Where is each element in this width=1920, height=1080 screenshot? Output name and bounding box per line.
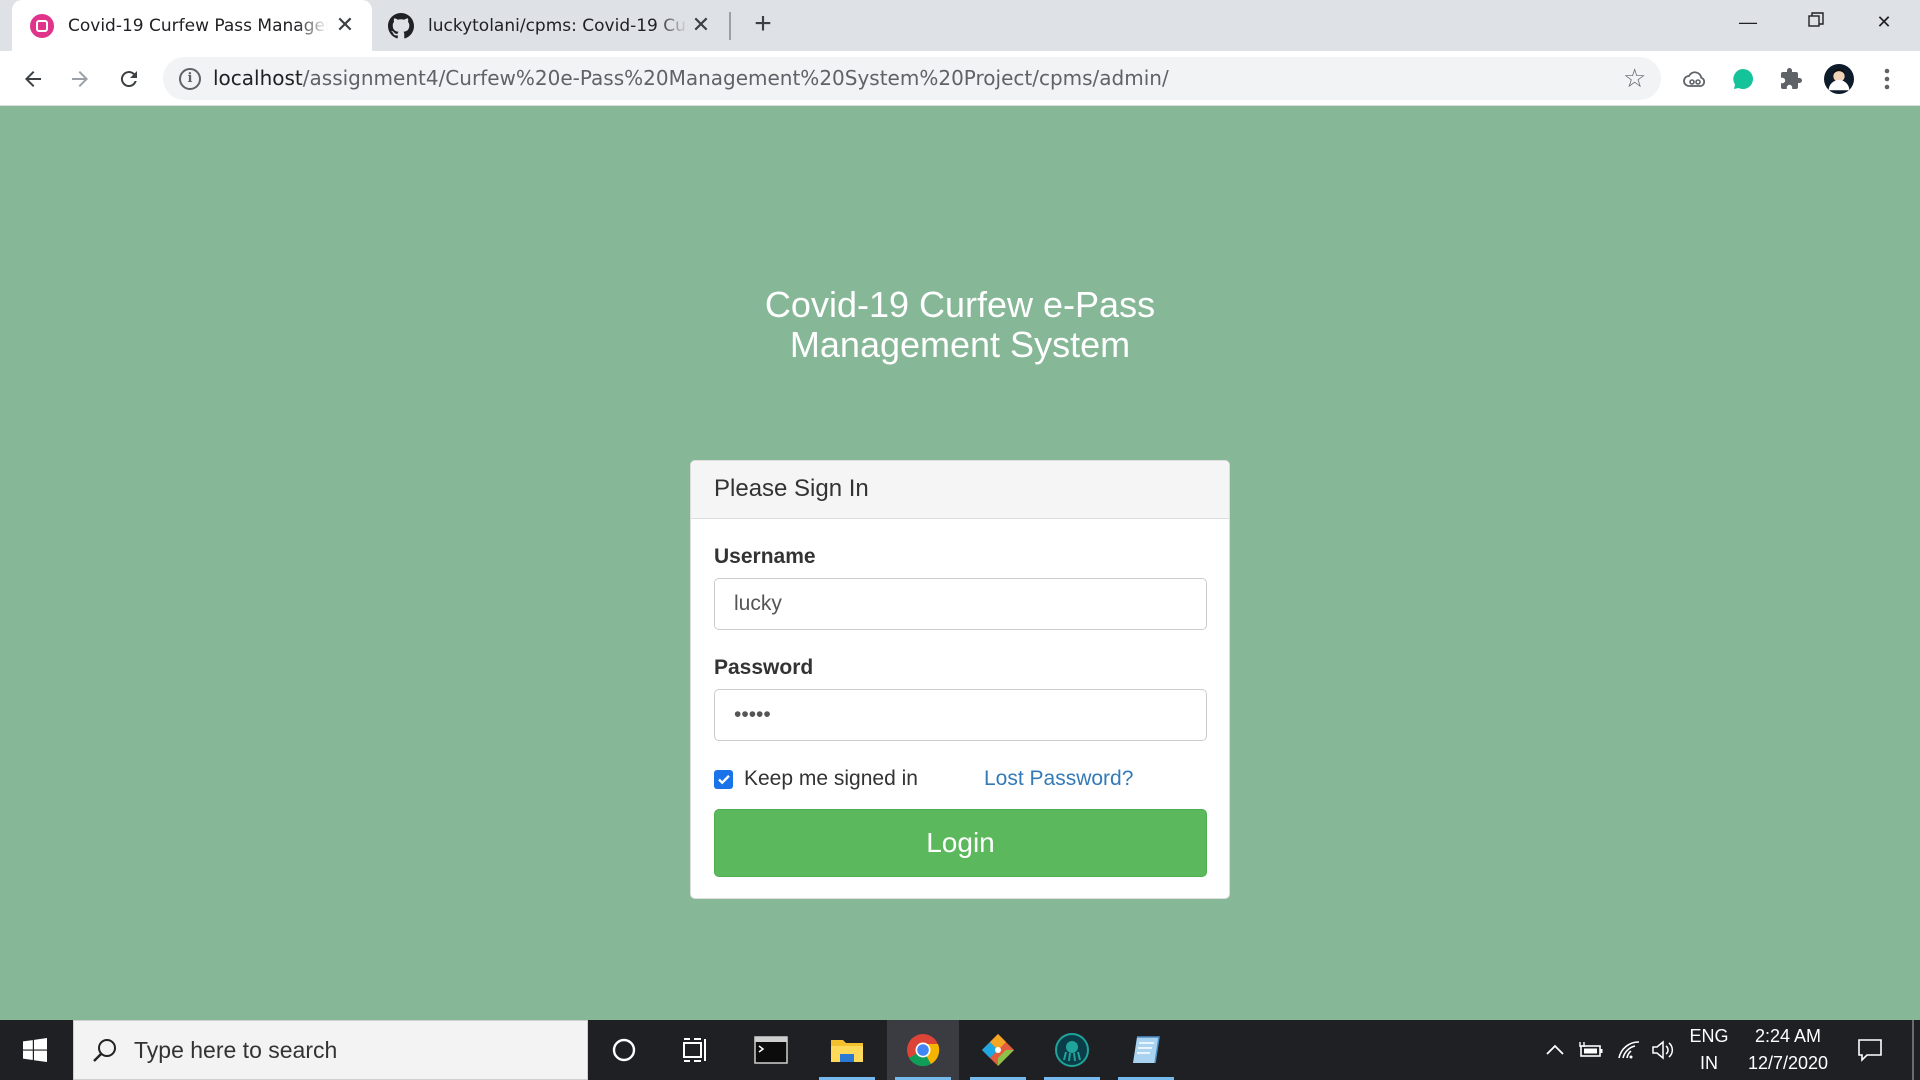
password-input[interactable] xyxy=(714,689,1207,741)
browser-toolbar: i localhost/assignment4/Curfew%20e-Pass%… xyxy=(0,51,1920,106)
gitkraken-icon xyxy=(1055,1033,1089,1067)
tab-separator xyxy=(729,12,731,40)
extensions-puzzle-icon[interactable] xyxy=(1776,64,1806,94)
network-status[interactable] xyxy=(1614,1020,1644,1080)
clock-date: 12/7/2020 xyxy=(1747,1053,1829,1073)
clock-time: 2:24 AM xyxy=(1754,1026,1822,1046)
page-content: Covid-19 Curfew e-Pass Management System… xyxy=(0,106,1920,1020)
show-desktop-button[interactable] xyxy=(1912,1020,1914,1080)
show-hidden-icons-button[interactable] xyxy=(1540,1020,1570,1080)
taskbar-git-app[interactable] xyxy=(962,1020,1034,1080)
clock[interactable]: 2:24 AM 12/7/2020 xyxy=(1738,1020,1838,1080)
task-view-button[interactable] xyxy=(660,1020,732,1080)
remember-label: Keep me signed in xyxy=(744,767,918,790)
terminal-icon xyxy=(754,1036,788,1064)
login-panel: Please Sign In Username Password Keep me… xyxy=(690,460,1230,899)
tab-title: luckytolani/cpms: Covid-19 Curfew Pass M… xyxy=(428,15,688,36)
language-code: ENG xyxy=(1689,1026,1729,1046)
wifi-icon xyxy=(1618,1041,1640,1059)
taskbar-terminal[interactable] xyxy=(735,1020,807,1080)
url-path: /assignment4/Curfew%20e-Pass%20Managemen… xyxy=(302,66,1169,90)
checkmark-icon xyxy=(717,774,730,785)
windows-start-button[interactable] xyxy=(0,1020,70,1080)
chrome-icon xyxy=(907,1034,940,1067)
password-label: Password xyxy=(714,656,814,679)
close-window-button[interactable]: ✕ xyxy=(1864,6,1904,38)
extension-grammarly-icon[interactable] xyxy=(1728,64,1758,94)
cortana-button[interactable] xyxy=(588,1020,660,1080)
taskbar-gitkraken[interactable] xyxy=(1036,1020,1108,1080)
bookmark-star-icon[interactable]: ☆ xyxy=(1623,65,1649,91)
tab-cpms[interactable]: Covid-19 Curfew Pass Management System ✕ xyxy=(12,0,372,51)
username-label: Username xyxy=(714,545,816,568)
url-text[interactable]: localhost/assignment4/Curfew%20e-Pass%20… xyxy=(213,57,1169,100)
windows-logo-icon xyxy=(23,1038,47,1062)
minimize-button[interactable]: — xyxy=(1728,6,1768,38)
tab-github[interactable]: luckytolani/cpms: Covid-19 Curfew Pass M… xyxy=(376,0,728,51)
language-indicator[interactable]: ENG IN xyxy=(1682,1020,1736,1080)
page-title-line-1: Covid-19 Curfew e-Pass xyxy=(764,284,1156,325)
lost-password-link[interactable]: Lost Password? xyxy=(984,767,1133,791)
task-view-icon xyxy=(683,1038,706,1062)
windows-taskbar: Type here to search ENG IN 2:24 AM 12/7/… xyxy=(0,1020,1920,1080)
restore-icon xyxy=(1808,12,1824,27)
battery-status[interactable] xyxy=(1576,1020,1606,1080)
extension-cloud-icon[interactable] xyxy=(1680,64,1710,94)
battery-plug-icon xyxy=(1579,1042,1603,1057)
profile-avatar[interactable] xyxy=(1824,64,1854,94)
github-icon xyxy=(388,12,414,38)
chrome-menu-icon[interactable] xyxy=(1872,64,1902,94)
notification-icon xyxy=(1858,1039,1882,1062)
arrow-right-icon xyxy=(72,71,88,87)
page-title: Covid-19 Curfew e-Pass Management System xyxy=(660,285,1260,365)
login-button[interactable]: Login xyxy=(714,809,1207,877)
back-button[interactable] xyxy=(16,62,50,96)
reload-button[interactable] xyxy=(112,62,146,96)
restore-button[interactable] xyxy=(1796,6,1836,38)
volume-control[interactable] xyxy=(1648,1020,1678,1080)
wampserver-icon xyxy=(30,13,54,38)
remember-me[interactable]: Keep me signed in xyxy=(714,767,918,791)
new-tab-button[interactable]: + xyxy=(748,9,778,40)
taskbar-search-box[interactable]: Type here to search xyxy=(73,1020,588,1080)
search-icon xyxy=(93,1039,116,1062)
arrow-left-icon xyxy=(25,71,41,87)
folder-icon xyxy=(831,1040,863,1062)
taskbar-file-explorer[interactable] xyxy=(811,1020,883,1080)
cortana-icon xyxy=(612,1038,636,1062)
tab-title: Covid-19 Curfew Pass Management System xyxy=(68,15,328,36)
info-icon[interactable]: i xyxy=(179,68,201,90)
speaker-icon xyxy=(1652,1040,1674,1060)
notes-app-icon xyxy=(1133,1036,1160,1064)
taskbar-notes-app[interactable] xyxy=(1110,1020,1182,1080)
action-center-button[interactable] xyxy=(1850,1020,1890,1080)
chevron-up-icon xyxy=(1546,1044,1564,1055)
taskbar-chrome[interactable] xyxy=(887,1020,959,1080)
reload-icon xyxy=(120,71,137,88)
panel-heading: Please Sign In xyxy=(691,461,1229,519)
close-icon[interactable]: ✕ xyxy=(332,12,358,38)
address-bar[interactable]: i localhost/assignment4/Curfew%20e-Pass%… xyxy=(163,57,1661,100)
search-placeholder: Type here to search xyxy=(134,1036,338,1063)
git-diamond-icon xyxy=(982,1034,1014,1066)
page-title-line-2: Management System xyxy=(789,324,1131,365)
remember-checkbox[interactable] xyxy=(714,769,733,789)
close-icon[interactable]: ✕ xyxy=(688,12,714,38)
forward-button[interactable] xyxy=(63,62,97,96)
language-region: IN xyxy=(1699,1053,1718,1073)
username-input[interactable] xyxy=(714,578,1207,630)
browser-tab-strip: Covid-19 Curfew Pass Management System ✕… xyxy=(0,0,1920,51)
url-host: localhost xyxy=(213,66,303,90)
